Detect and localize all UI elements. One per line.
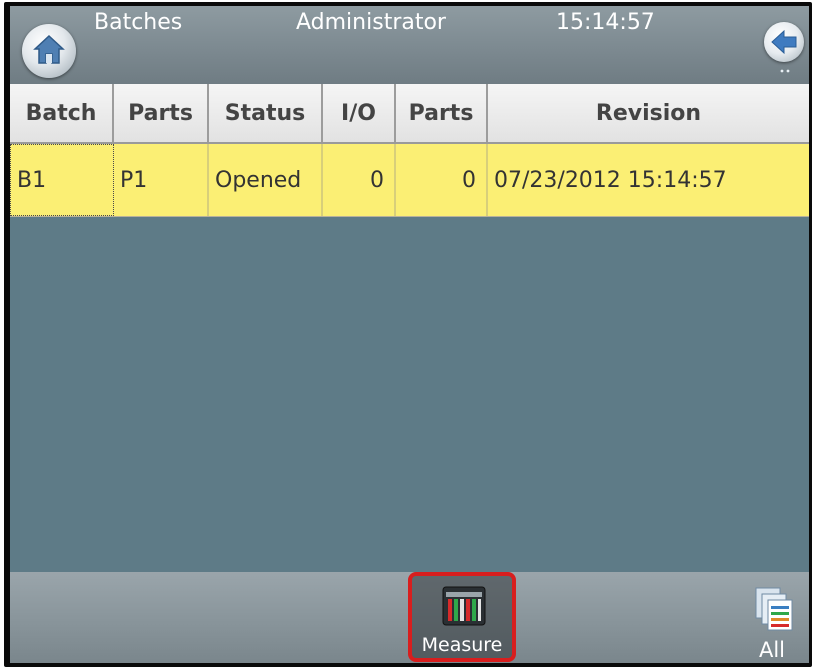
measure-button[interactable]: Measure xyxy=(408,572,516,662)
column-header-io[interactable]: I/O xyxy=(323,84,396,142)
column-header-parts[interactable]: Parts xyxy=(114,84,209,142)
column-header-batch[interactable]: Batch xyxy=(10,84,114,142)
cell-status[interactable]: Opened xyxy=(209,144,323,216)
cell-parts-count[interactable]: 0 xyxy=(396,144,488,216)
user-name: Administrator xyxy=(296,10,446,35)
dots-indicator-icon xyxy=(780,69,790,73)
measure-label: Measure xyxy=(421,634,503,656)
cell-batch[interactable]: B1 xyxy=(10,144,114,216)
app-screen: Batches Administrator 15:14:57 Batch Par… xyxy=(10,6,809,663)
column-header-revision[interactable]: Revision xyxy=(488,84,809,142)
column-header-parts-count[interactable]: Parts xyxy=(396,84,488,142)
all-label: All xyxy=(758,638,786,662)
home-button[interactable] xyxy=(22,24,76,78)
cell-io[interactable]: 0 xyxy=(323,144,396,216)
bottom-toolbar: Measure All xyxy=(10,572,809,663)
measure-icon xyxy=(442,586,486,626)
home-icon xyxy=(33,34,65,64)
column-header-status[interactable]: Status xyxy=(209,84,323,142)
page-title: Batches xyxy=(94,10,183,35)
batches-table: Batch Parts Status I/O Parts Revision B1… xyxy=(10,84,809,217)
table-header: Batch Parts Status I/O Parts Revision xyxy=(10,84,809,144)
back-arrow-icon xyxy=(771,29,797,55)
cell-parts[interactable]: P1 xyxy=(114,144,209,216)
all-button[interactable]: All xyxy=(742,584,802,662)
header-bar: Batches Administrator 15:14:57 xyxy=(10,6,809,84)
cell-revision[interactable]: 07/23/2012 15:14:57 xyxy=(488,144,809,216)
back-button[interactable] xyxy=(764,22,804,62)
clock-time: 15:14:57 xyxy=(556,10,655,35)
all-documents-icon xyxy=(755,587,793,631)
table-row[interactable]: B1 P1 Opened 0 0 07/23/2012 15:14:57 xyxy=(10,144,809,217)
